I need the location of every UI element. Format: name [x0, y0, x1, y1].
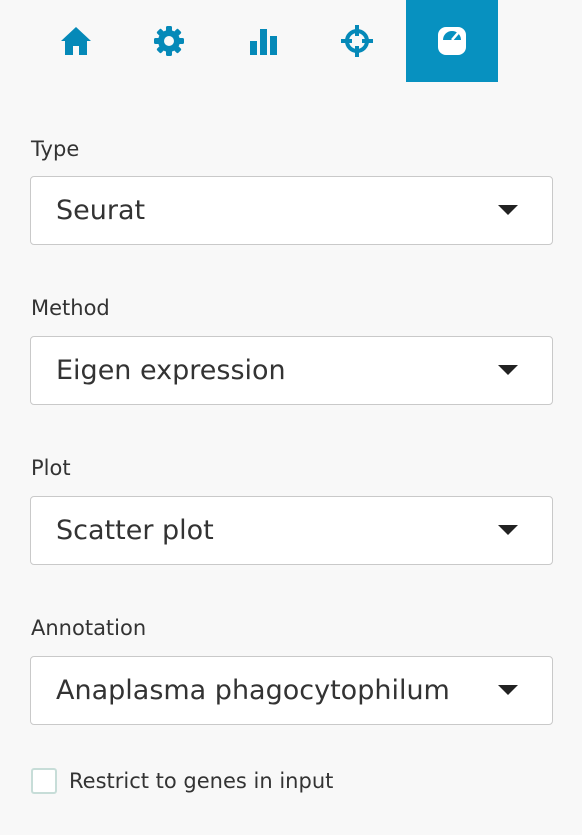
annotation-select-value: Anaplasma phagocytophilum — [56, 675, 450, 706]
type-label: Type — [31, 137, 80, 161]
method-select[interactable]: Eigen expression — [30, 336, 553, 405]
restrict-genes-option[interactable]: Restrict to genes in input — [31, 765, 333, 797]
gear-icon — [154, 26, 184, 56]
chevron-down-icon — [498, 205, 518, 215]
bar-chart-icon — [250, 29, 277, 55]
plot-label: Plot — [31, 456, 71, 480]
gauge-icon — [438, 27, 466, 55]
tab-home[interactable] — [30, 0, 122, 82]
chevron-down-icon — [498, 685, 518, 695]
crosshairs-icon — [341, 25, 373, 57]
tab-chart[interactable] — [218, 0, 310, 82]
chevron-down-icon — [498, 525, 518, 535]
tab-gauge[interactable] — [406, 0, 498, 82]
restrict-genes-label: Restrict to genes in input — [69, 769, 334, 793]
method-label: Method — [31, 296, 110, 320]
chevron-down-icon — [498, 365, 518, 375]
annotation-label: Annotation — [31, 616, 147, 640]
tab-target[interactable] — [311, 0, 403, 82]
plot-select[interactable]: Scatter plot — [30, 496, 553, 565]
annotation-select[interactable]: Anaplasma phagocytophilum — [30, 656, 553, 725]
tab-bar — [30, 0, 510, 82]
restrict-genes-checkbox[interactable] — [31, 768, 57, 794]
home-icon — [61, 27, 91, 55]
tab-settings[interactable] — [123, 0, 215, 82]
method-select-value: Eigen expression — [56, 355, 286, 386]
type-select[interactable]: Seurat — [30, 176, 553, 245]
type-select-value: Seurat — [56, 195, 146, 226]
plot-select-value: Scatter plot — [56, 515, 214, 546]
